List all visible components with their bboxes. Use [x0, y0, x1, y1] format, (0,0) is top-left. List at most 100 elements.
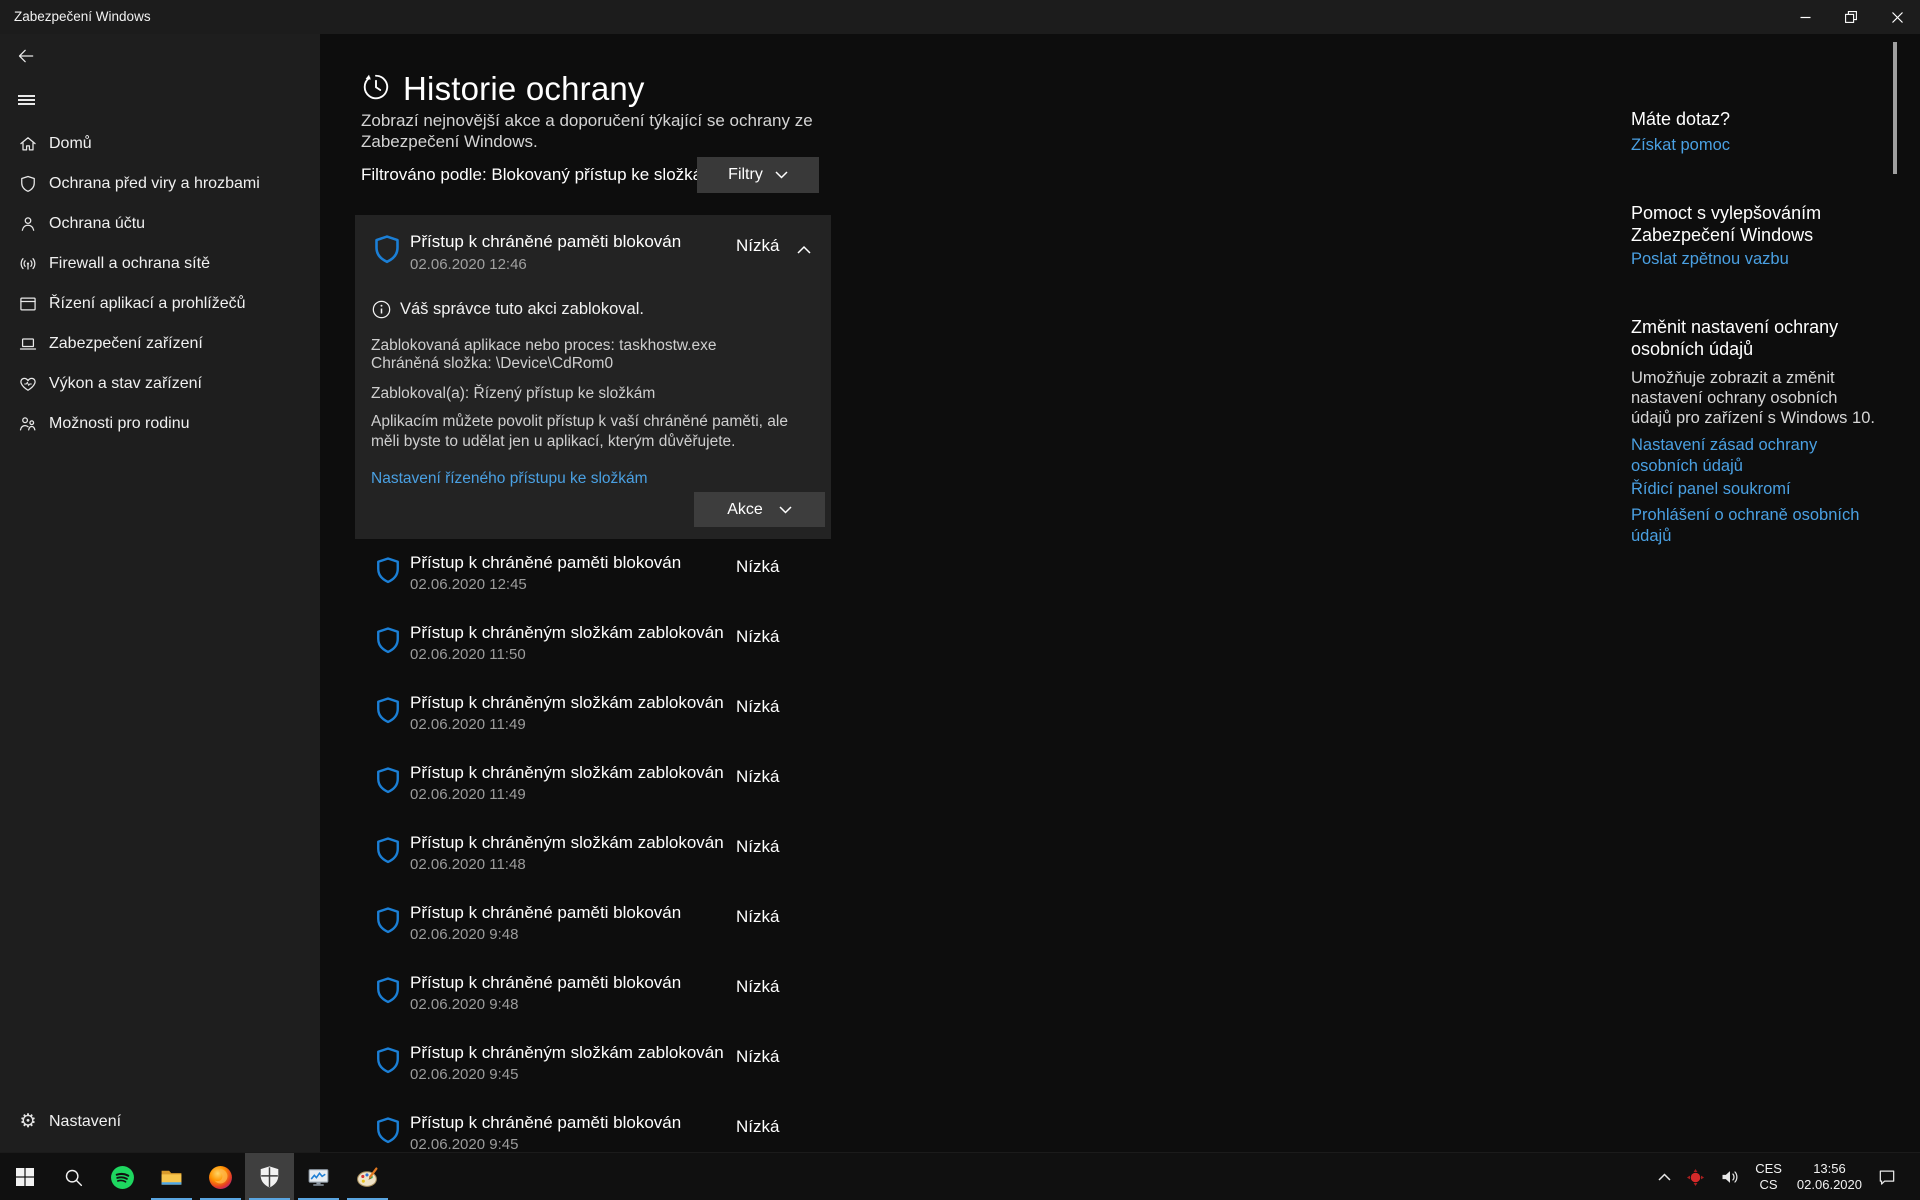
event-title: Přístup k chráněným složkám zablokován: [410, 1043, 724, 1063]
system-tray: CES CS 13:56 02.06.2020: [1658, 1153, 1897, 1200]
language-indicator[interactable]: CES CS: [1755, 1161, 1782, 1193]
sidebar-item-app-browser-control[interactable]: Řízení aplikací a prohlížečů: [0, 284, 320, 324]
privacy-settings-link[interactable]: Nastavení zásad ochrany osobních údajů: [1631, 435, 1881, 477]
taskbar-paint[interactable]: [343, 1153, 392, 1200]
taskbar: CES CS 13:56 02.06.2020: [0, 1152, 1920, 1200]
privacy-dashboard-link[interactable]: Řídicí panel soukromí: [1631, 479, 1791, 500]
shield-icon: [375, 556, 401, 591]
event-row[interactable]: Přístup k chráněné paměti blokován 02.06…: [355, 1103, 831, 1152]
event-severity: Nízká: [736, 977, 779, 997]
event-severity: Nízká: [736, 627, 779, 647]
family-icon: [18, 414, 38, 434]
event-timestamp: 02.06.2020 12:46: [410, 256, 527, 273]
back-button[interactable]: [8, 38, 44, 74]
event-title: Přístup k chráněné paměti blokován: [410, 973, 681, 993]
sidebar-item-device-security[interactable]: Zabezpečení zařízení: [0, 324, 320, 364]
event-row[interactable]: Přístup k chráněným složkám zablokován 0…: [355, 1033, 831, 1103]
clock[interactable]: 13:56 02.06.2020: [1797, 1161, 1862, 1193]
event-row[interactable]: Přístup k chráněné paměti blokován 02.06…: [355, 893, 831, 963]
event-severity: Nízká: [736, 767, 779, 787]
history-icon: [361, 72, 391, 107]
event-title: Přístup k chráněným složkám zablokován: [410, 763, 724, 783]
chevron-down-icon: [779, 506, 792, 514]
get-help-link[interactable]: Získat pomoc: [1631, 135, 1730, 156]
sidebar-item-device-performance[interactable]: Výkon a stav zařízení: [0, 364, 320, 404]
heart-pulse-icon: [18, 374, 38, 394]
tray-app-icon[interactable]: [1686, 1168, 1705, 1187]
vertical-scrollbar[interactable]: [1893, 42, 1897, 174]
sidebar-item-label: Výkon a stav zařízení: [49, 375, 202, 393]
sidebar-item-label: Možnosti pro rodinu: [49, 415, 190, 433]
help-heading: Máte dotaz?: [1631, 108, 1730, 130]
privacy-heading: Změnit nastavení ochrany osobních údajů: [1631, 316, 1881, 360]
notification-icon: [1877, 1167, 1897, 1187]
send-feedback-link[interactable]: Poslat zpětnou vazbu: [1631, 249, 1789, 270]
info-icon: [372, 300, 391, 319]
paint-icon: [355, 1165, 380, 1190]
clock-date: 02.06.2020: [1797, 1177, 1862, 1193]
event-title: Přístup k chráněným složkám zablokován: [410, 623, 724, 643]
sidebar-item-label: Zabezpečení zařízení: [49, 335, 203, 353]
event-timestamp: 02.06.2020 9:45: [410, 1136, 518, 1152]
event-row[interactable]: Přístup k chráněné paměti blokován 02.06…: [355, 963, 831, 1033]
event-row[interactable]: Přístup k chráněné paměti blokován 02.06…: [355, 543, 831, 613]
collapse-button[interactable]: [791, 238, 817, 260]
event-title: Přístup k chráněným složkám zablokován: [410, 693, 724, 713]
person-icon: [18, 214, 38, 234]
folder-access-settings-link[interactable]: Nastavení řízeného přístupu ke složkám: [371, 470, 648, 488]
window-controls: [1782, 0, 1920, 34]
event-title: Přístup k chráněné paměti blokován: [410, 1113, 681, 1133]
sidebar-item-firewall[interactable]: Firewall a ochrana sítě: [0, 244, 320, 284]
shield-icon: [375, 696, 401, 731]
sidebar-item-home[interactable]: Domů: [0, 124, 320, 164]
event-severity: Nízká: [736, 557, 779, 577]
sidebar: Domů Ochrana před viry a hrozbami Ochran…: [0, 34, 320, 1152]
shield-icon: [373, 234, 401, 271]
taskbar-windows-security[interactable]: [245, 1153, 294, 1200]
page-title: Historie ochrany: [403, 70, 645, 108]
app-body: Domů Ochrana před viry a hrozbami Ochran…: [0, 34, 1920, 1152]
language-line1: CES: [1755, 1161, 1782, 1177]
titlebar: Zabezpečení Windows: [0, 0, 1920, 34]
shield-icon: [375, 626, 401, 661]
sidebar-item-label: Nastavení: [49, 1113, 121, 1131]
hidden-icons-button[interactable]: [1658, 1173, 1671, 1181]
sidebar-nav: Domů Ochrana před viry a hrozbami Ochran…: [0, 124, 320, 444]
privacy-statement-link[interactable]: Prohlášení o ochraně osobních údajů: [1631, 505, 1883, 547]
event-row[interactable]: Přístup k chráněným složkám zablokován 0…: [355, 823, 831, 893]
close-button[interactable]: [1874, 0, 1920, 34]
restore-button[interactable]: [1828, 0, 1874, 34]
sidebar-item-label: Domů: [49, 135, 92, 153]
minimize-button[interactable]: [1782, 0, 1828, 34]
shield-icon: [375, 1046, 401, 1081]
protected-folder-line: Chráněná složka: \Device\CdRom0: [371, 355, 613, 373]
taskbar-task-manager[interactable]: [294, 1153, 343, 1200]
laptop-icon: [18, 334, 38, 354]
privacy-description: Umožňuje zobrazit a změnit nastavení och…: [1631, 368, 1881, 428]
start-button[interactable]: [0, 1153, 49, 1200]
taskbar-file-explorer[interactable]: [147, 1153, 196, 1200]
actions-button[interactable]: Akce: [694, 492, 825, 527]
help-panel: Máte dotaz? Získat pomoc Pomoct s vylepš…: [1631, 34, 1883, 1152]
taskbar-firefox[interactable]: [196, 1153, 245, 1200]
event-row[interactable]: Přístup k chráněným složkám zablokován 0…: [355, 683, 831, 753]
search-button[interactable]: [49, 1153, 98, 1200]
sidebar-item-family-options[interactable]: Možnosti pro rodinu: [0, 404, 320, 444]
action-center-button[interactable]: [1877, 1167, 1897, 1187]
event-title: Přístup k chráněné paměti blokován: [410, 232, 681, 252]
filters-button[interactable]: Filtry: [697, 157, 819, 193]
sidebar-item-virus-protection[interactable]: Ochrana před viry a hrozbami: [0, 164, 320, 204]
sidebar-item-settings[interactable]: ⚙ Nastavení: [0, 1102, 320, 1142]
menu-button[interactable]: [8, 82, 44, 118]
volume-icon[interactable]: [1720, 1167, 1740, 1187]
shield-icon: [375, 976, 401, 1011]
language-line2: CS: [1755, 1177, 1782, 1193]
sidebar-item-account-protection[interactable]: Ochrana účtu: [0, 204, 320, 244]
file-explorer-icon: [159, 1165, 184, 1190]
filters-button-label: Filtry: [728, 166, 763, 184]
sidebar-item-label: Firewall a ochrana sítě: [49, 255, 210, 273]
event-row[interactable]: Přístup k chráněným složkám zablokován 0…: [355, 753, 831, 823]
event-row[interactable]: Přístup k chráněným složkám zablokován 0…: [355, 613, 831, 683]
event-severity: Nízká: [736, 236, 779, 256]
taskbar-spotify[interactable]: [98, 1153, 147, 1200]
